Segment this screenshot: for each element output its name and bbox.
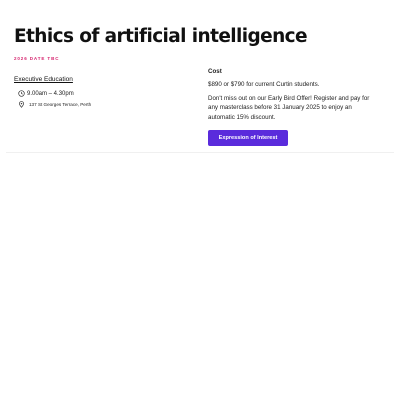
clock-icon <box>18 90 25 97</box>
category-link[interactable]: Executive Education <box>14 76 73 83</box>
cost-text: $890 or $790 for current Curtin students… <box>208 81 320 88</box>
course-details: Executive Education 9.00am – 4.30pm 137 … <box>14 68 194 108</box>
location-text: 137 St Georges Terrace, Perth <box>29 102 92 107</box>
course-page: Ethics of artificial intelligence 2026 D… <box>0 0 400 400</box>
location-row: 137 St Georges Terrace, Perth <box>18 101 194 108</box>
pricing-section: Cost $890 or $790 for current Curtin stu… <box>208 68 378 146</box>
cost-label: Cost <box>208 68 222 75</box>
promo-text: Don't miss out on our Early Bird Offer! … <box>208 94 370 121</box>
page-title: Ethics of artificial intelligence <box>14 26 308 47</box>
section-divider <box>6 152 394 153</box>
date-tag: 2026 DATE TBC <box>14 56 60 61</box>
time-row: 9.00am – 4.30pm <box>18 90 194 97</box>
expression-of-interest-button[interactable]: Expression of Interest <box>208 130 288 146</box>
time-text: 9.00am – 4.30pm <box>27 90 74 97</box>
map-pin-icon <box>18 101 25 108</box>
